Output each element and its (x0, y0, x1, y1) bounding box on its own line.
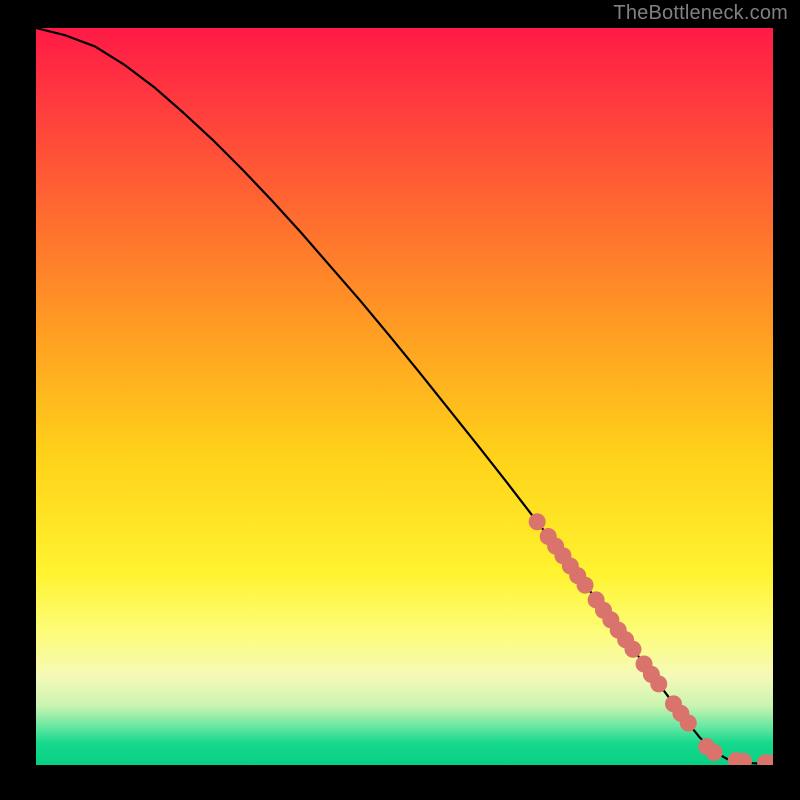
data-point (529, 513, 546, 530)
attribution-text: TheBottleneck.com (613, 2, 788, 25)
data-point (650, 675, 667, 692)
chart-overlay (36, 28, 773, 765)
data-point (680, 714, 697, 731)
data-point (706, 744, 723, 761)
data-point (577, 577, 594, 594)
plot-area (36, 28, 773, 765)
chart-frame: TheBottleneck.com (0, 0, 800, 800)
main-curve (36, 28, 773, 764)
data-markers (529, 513, 773, 765)
data-point (624, 641, 641, 658)
